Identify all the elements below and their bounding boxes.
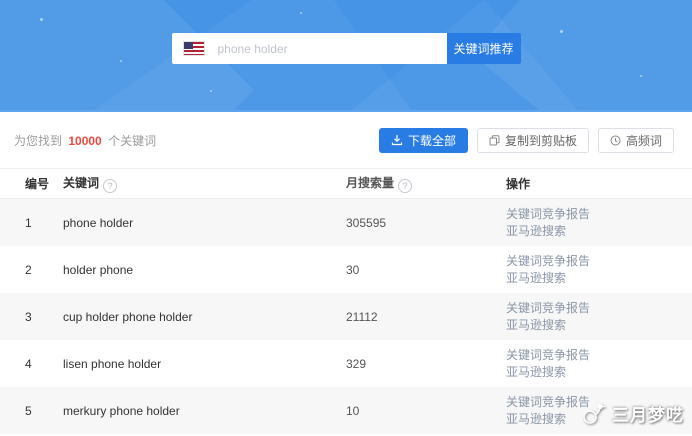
row-index: 2 bbox=[0, 263, 63, 277]
row-index: 1 bbox=[0, 216, 63, 230]
keyword-cell: cup holder phone holder bbox=[63, 310, 346, 324]
table-header-row: 编号 关键词? 月搜索量? 操作 bbox=[0, 168, 692, 199]
high-frequency-words-button[interactable]: 高频词 bbox=[598, 128, 674, 153]
amazon-search-link[interactable]: 亚马逊搜索 bbox=[506, 365, 692, 380]
clock-icon bbox=[610, 135, 621, 146]
table-row: 5 merkury phone holder 10 关键词竞争报告 亚马逊搜索 bbox=[0, 387, 692, 434]
amazon-search-link[interactable]: 亚马逊搜索 bbox=[506, 271, 692, 286]
copy-to-clipboard-label: 复制到剪贴板 bbox=[505, 132, 577, 149]
competition-report-link[interactable]: 关键词竞争报告 bbox=[506, 301, 692, 316]
banner-dot bbox=[40, 18, 43, 21]
search-box bbox=[172, 33, 447, 64]
competition-report-link[interactable]: 关键词竞争报告 bbox=[506, 207, 692, 222]
header-action: 操作 bbox=[506, 175, 692, 192]
volume-cell: 305595 bbox=[346, 216, 506, 230]
keyword-cell: lisen phone holder bbox=[63, 357, 346, 371]
banner-dot bbox=[210, 90, 212, 92]
us-flag-icon[interactable] bbox=[184, 42, 204, 55]
result-count: 10000 bbox=[68, 134, 101, 148]
table-row: 2 holder phone 30 关键词竞争报告 亚马逊搜索 bbox=[0, 246, 692, 293]
amazon-search-link[interactable]: 亚马逊搜索 bbox=[506, 318, 692, 333]
table-body: 1 phone holder 305595 关键词竞争报告 亚马逊搜索 2 ho… bbox=[0, 199, 692, 434]
action-cell: 关键词竞争报告 亚马逊搜索 bbox=[506, 348, 692, 380]
amazon-search-link[interactable]: 亚马逊搜索 bbox=[506, 412, 692, 427]
header-volume-label: 月搜索量 bbox=[346, 176, 394, 190]
result-summary: 为您找到 10000 个关键词 bbox=[14, 132, 156, 149]
download-all-button[interactable]: 下载全部 bbox=[379, 128, 468, 153]
banner-dot bbox=[300, 12, 302, 14]
keyword-cell: phone holder bbox=[63, 216, 346, 230]
keyword-cell: holder phone bbox=[63, 263, 346, 277]
header-index: 编号 bbox=[0, 175, 63, 192]
header-volume: 月搜索量? bbox=[346, 174, 506, 193]
volume-cell: 30 bbox=[346, 263, 506, 277]
copy-to-clipboard-button[interactable]: 复制到剪贴板 bbox=[477, 128, 589, 153]
help-question-icon[interactable]: ? bbox=[103, 179, 117, 193]
keyword-cell: merkury phone holder bbox=[63, 404, 346, 418]
keyword-table: 编号 关键词? 月搜索量? 操作 1 phone holder 305595 关… bbox=[0, 168, 692, 434]
row-index: 4 bbox=[0, 357, 63, 371]
header-keyword: 关键词? bbox=[63, 174, 346, 193]
volume-cell: 10 bbox=[346, 404, 506, 418]
header-keyword-label: 关键词 bbox=[63, 176, 99, 190]
competition-report-link[interactable]: 关键词竞争报告 bbox=[506, 395, 692, 410]
copy-icon bbox=[489, 135, 500, 146]
volume-cell: 21112 bbox=[346, 310, 506, 324]
row-index: 5 bbox=[0, 404, 63, 418]
table-row: 3 cup holder phone holder 21112 关键词竞争报告 … bbox=[0, 293, 692, 340]
action-cell: 关键词竞争报告 亚马逊搜索 bbox=[506, 395, 692, 427]
table-row: 4 lisen phone holder 329 关键词竞争报告 亚马逊搜索 bbox=[0, 340, 692, 387]
result-suffix: 个关键词 bbox=[108, 134, 156, 148]
banner-dot bbox=[640, 75, 642, 77]
competition-report-link[interactable]: 关键词竞争报告 bbox=[506, 348, 692, 363]
search-bar: 关键词推荐 bbox=[0, 33, 692, 64]
competition-report-link[interactable]: 关键词竞争报告 bbox=[506, 254, 692, 269]
download-icon bbox=[391, 134, 403, 146]
amazon-search-link[interactable]: 亚马逊搜索 bbox=[506, 224, 692, 239]
toolbar-buttons: 下载全部 复制到剪贴板 高频词 bbox=[379, 128, 674, 153]
search-input[interactable] bbox=[216, 41, 447, 57]
action-cell: 关键词竞争报告 亚马逊搜索 bbox=[506, 254, 692, 286]
table-row: 1 phone holder 305595 关键词竞争报告 亚马逊搜索 bbox=[0, 199, 692, 246]
action-cell: 关键词竞争报告 亚马逊搜索 bbox=[506, 301, 692, 333]
high-frequency-words-label: 高频词 bbox=[626, 132, 662, 149]
toolbar: 为您找到 10000 个关键词 下载全部 复制到剪贴板 高频词 bbox=[0, 127, 692, 153]
keyword-recommend-button[interactable]: 关键词推荐 bbox=[447, 33, 521, 64]
row-index: 3 bbox=[0, 310, 63, 324]
help-question-icon[interactable]: ? bbox=[398, 179, 412, 193]
download-all-label: 下载全部 bbox=[408, 132, 456, 149]
volume-cell: 329 bbox=[346, 357, 506, 371]
action-cell: 关键词竞争报告 亚马逊搜索 bbox=[506, 207, 692, 239]
result-prefix: 为您找到 bbox=[14, 134, 62, 148]
